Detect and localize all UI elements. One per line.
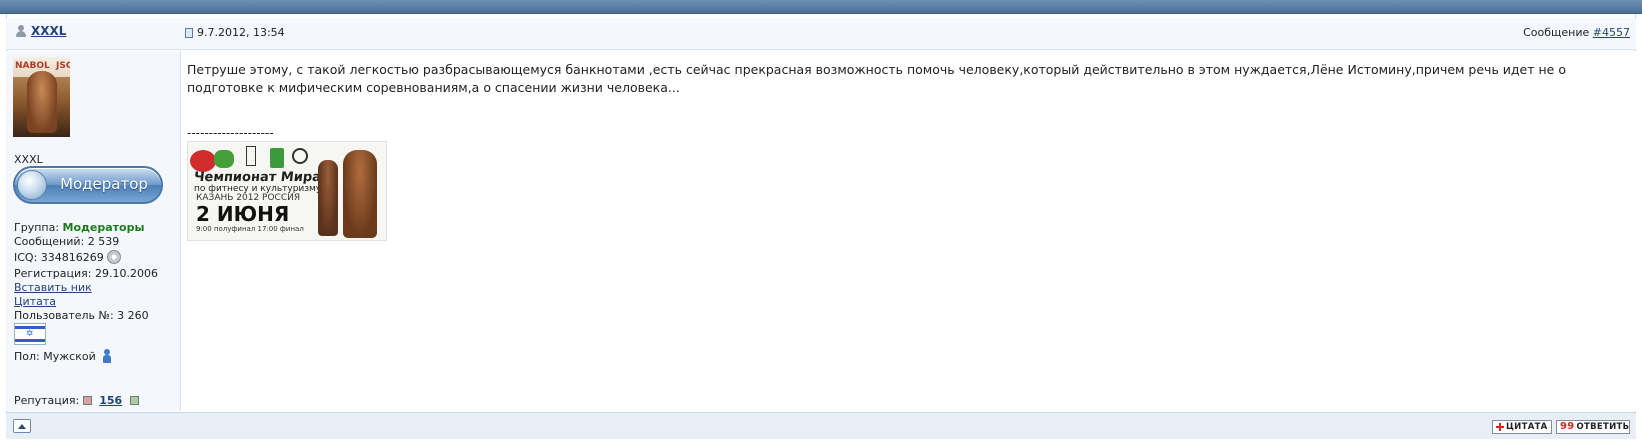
author-name-link[interactable]: XXXL (31, 24, 66, 38)
banner-title: Чемпионат Мира (193, 170, 322, 185)
post-number-prefix: Сообщение (1523, 26, 1590, 39)
insert-nick-link[interactable]: Вставить ник (14, 281, 92, 294)
top-bar (0, 0, 1642, 14)
moderator-badge: Модератор (13, 166, 163, 204)
scroll-top-button[interactable] (13, 419, 31, 433)
profile-insert-nick: Вставить ник (14, 281, 92, 294)
banner-logo-tower (246, 146, 256, 166)
banner-logo-emblem (270, 148, 284, 168)
reply-button[interactable]: 99 ОТВЕТИТЬ (1556, 420, 1630, 434)
profile-quote: Цитата (14, 295, 56, 308)
banner-logo-red (190, 150, 216, 172)
post-author: XXXL (14, 24, 66, 38)
profile-user-number: Пользователь №: 3 260 (14, 309, 149, 322)
banner-logo-green (214, 150, 234, 168)
post-date-text: 9.7.2012, 13:54 (197, 26, 285, 39)
icq-text: ICQ: 334816269 (14, 251, 104, 264)
profile-nick: XXXL (14, 153, 43, 166)
avatar: NABOL JSC (13, 57, 70, 137)
gender-text: Пол: Мужской (14, 350, 96, 363)
banner-logo-circle (292, 148, 308, 164)
profile-group: Группа: Модераторы (14, 221, 144, 234)
signature-separator: -------------------- (187, 126, 274, 140)
banner-date: 2 ИЮНЯ (196, 202, 290, 226)
post-number: Сообщение #4557 (1523, 26, 1630, 39)
quote-icon: 99 (1560, 421, 1575, 432)
male-icon (102, 349, 112, 363)
plus-icon (1496, 423, 1504, 431)
post-content-column (182, 51, 1636, 411)
user-icon (14, 24, 28, 38)
reputation-plus-button[interactable] (129, 396, 139, 405)
flag-icon: ✡ (14, 323, 46, 345)
profile-reputation: Репутация: 156 (14, 394, 139, 407)
quote-link[interactable]: Цитата (14, 295, 56, 308)
flower-icon (107, 250, 122, 264)
profile-registration: Регистрация: 29.10.2006 (14, 267, 158, 280)
globe-icon (17, 170, 47, 200)
profile-gender: Пол: Мужской (14, 349, 112, 363)
banner-schedule: 9:00 полуфинал 17:00 финал (196, 225, 304, 233)
banner-figure-female (318, 160, 338, 236)
post-body: Петруше этому, с такой легкостью разбрас… (187, 62, 1566, 95)
reply-button-label: ОТВЕТИТЬ (1576, 422, 1630, 432)
arrow-up-icon (18, 423, 26, 429)
group-label: Группа: (14, 221, 60, 234)
reputation-label: Репутация: (14, 394, 80, 407)
profile-posts: Сообщений: 2 539 (14, 235, 120, 248)
quote-button-label: ЦИТАТА (1506, 422, 1548, 432)
banner-figure-male (343, 150, 377, 238)
moderator-badge-label: Модератор (60, 174, 148, 193)
post-number-link[interactable]: #4557 (1593, 26, 1630, 39)
quote-button[interactable]: ЦИТАТА (1492, 420, 1552, 434)
reputation-value[interactable]: 156 (99, 394, 122, 407)
avatar-figure (27, 71, 57, 133)
signature-banner: Чемпионат Мира по фитнесу и культуризму … (187, 141, 387, 241)
group-value: Модераторы (62, 221, 145, 234)
post-date: 9.7.2012, 13:54 (185, 26, 285, 39)
post-footer (6, 412, 1636, 439)
doc-icon (185, 27, 193, 38)
flag-star: ✡ (26, 329, 34, 339)
profile-icq: ICQ: 334816269 (14, 250, 122, 264)
reputation-minus-button[interactable] (82, 396, 92, 405)
